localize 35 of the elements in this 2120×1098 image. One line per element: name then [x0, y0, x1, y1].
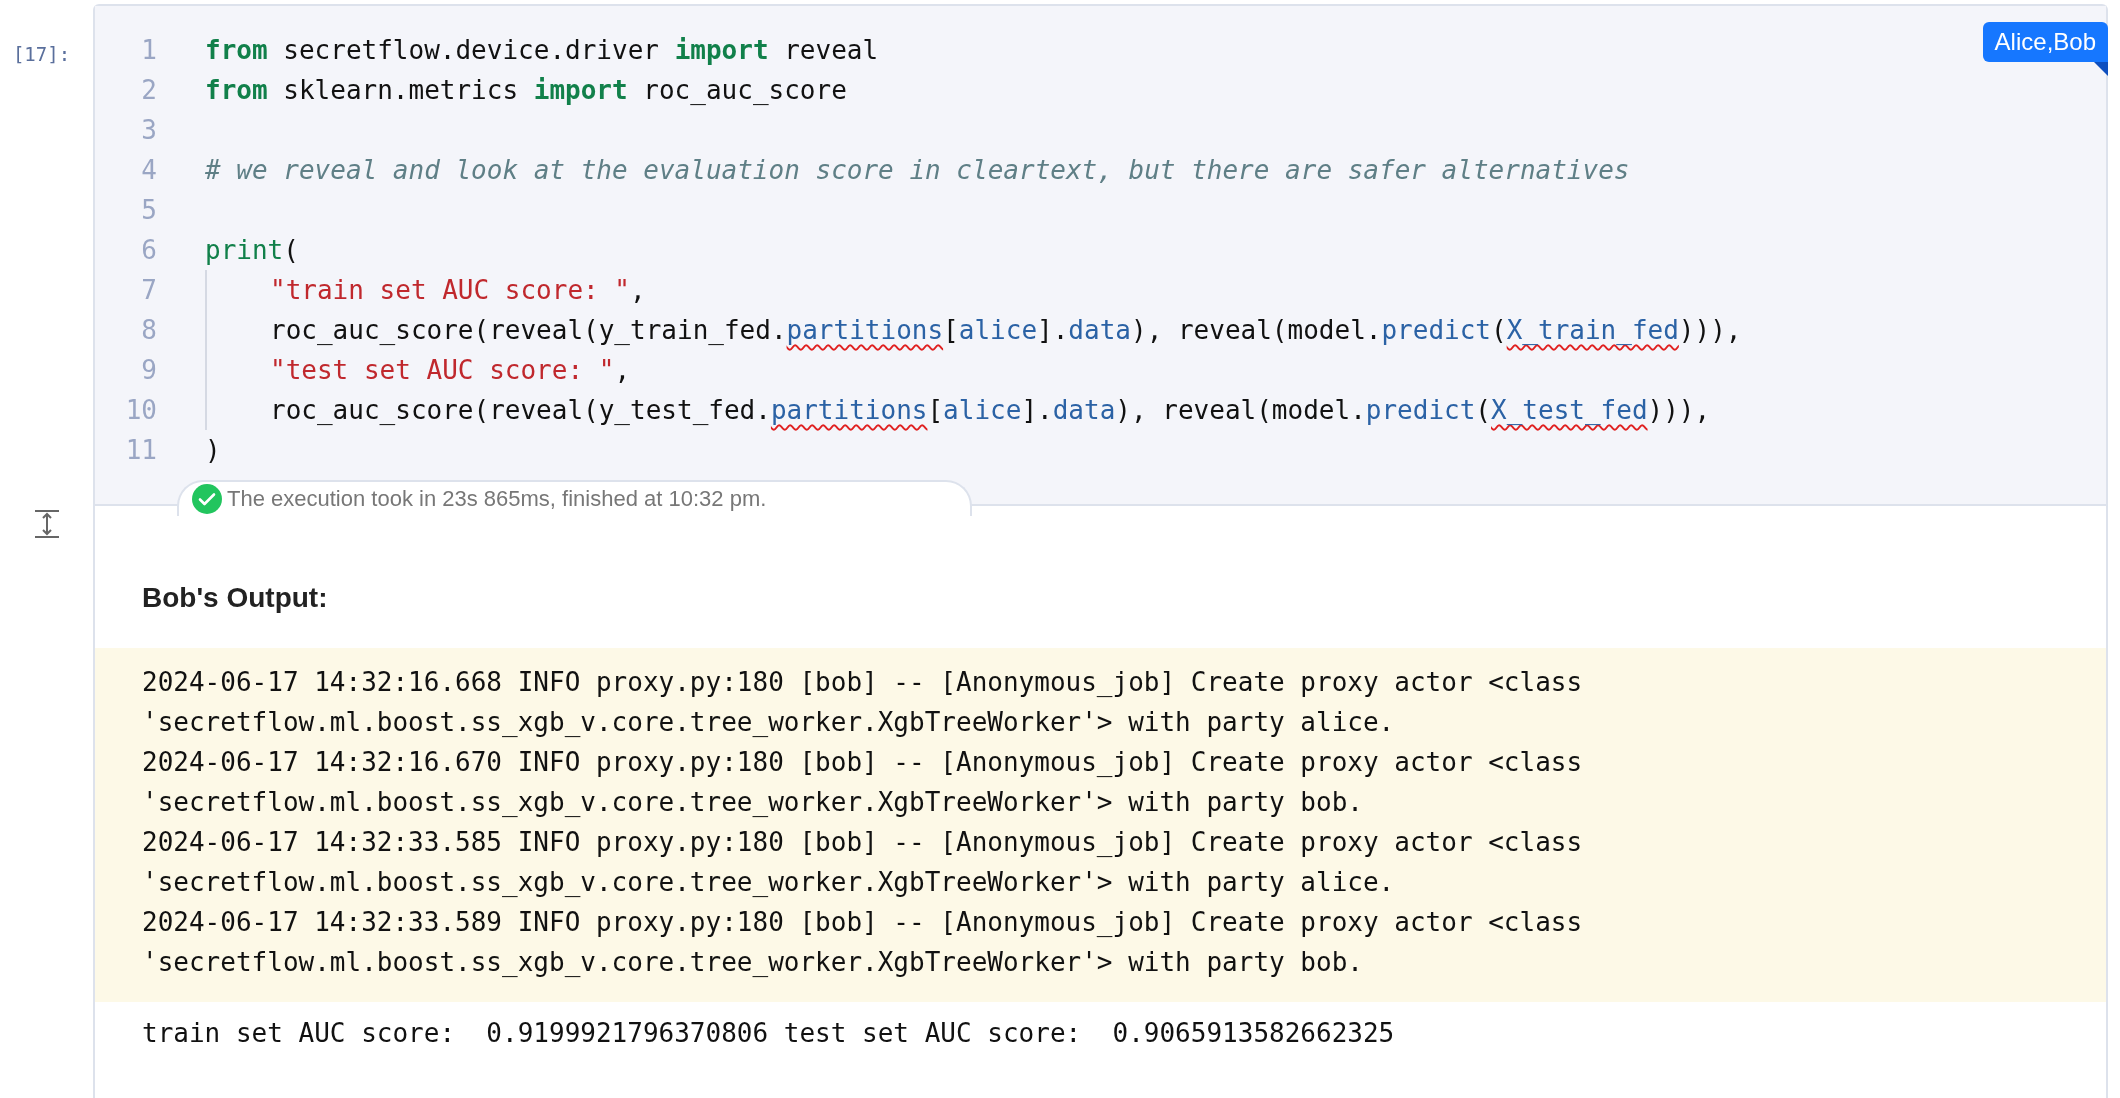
code-line: # we reveal and look at the evaluation score in cleartext, but there are safer alternatives [205, 155, 1630, 185]
line-number: 8 [140, 315, 157, 345]
code-line: roc_auc_score(reveal(y_train_fed.partitions[alice].data), reveal(model.predict(X_train_fed))), [270, 315, 1742, 345]
line-number: 3 [140, 115, 157, 145]
execution-status-text: The execution took in 23s 865ms, finished at 10:32 pm. [227, 486, 767, 512]
line-number: 6 [140, 235, 157, 265]
log-line: 2024-06-17 14:32:33.585 INFO proxy.py:180 [bob] -- [Anonymous_job] Create proxy actor <class [142, 826, 1584, 859]
collapse-icon [33, 509, 60, 539]
badge-fold-icon [2094, 62, 2108, 76]
line-number: 9 [140, 355, 157, 385]
log-line: 'secretflow.ml.boost.ss_xgb_v.core.tree_worker.XgbTreeWorker'> with party alice. [142, 866, 1396, 899]
line-number: 11 [124, 435, 157, 465]
line-number: 5 [140, 195, 157, 225]
log-line: 'secretflow.ml.boost.ss_xgb_v.core.tree_worker.XgbTreeWorker'> with party bob. [142, 786, 1364, 819]
code-line: print( [205, 235, 299, 265]
log-line: 'secretflow.ml.boost.ss_xgb_v.core.tree_worker.XgbTreeWorker'> with party alice. [142, 706, 1396, 739]
line-number: 1 [140, 35, 157, 65]
log-line: 'secretflow.ml.boost.ss_xgb_v.core.tree_worker.XgbTreeWorker'> with party bob. [142, 946, 1364, 979]
code-line: from secretflow.device.driver import reveal [205, 35, 879, 65]
output-heading: Bob's Output: [142, 582, 328, 614]
line-number: 10 [124, 395, 157, 425]
line-number: 2 [140, 75, 157, 105]
code-line: from sklearn.metrics import roc_auc_score [205, 75, 847, 105]
line-number: 7 [140, 275, 157, 305]
result-text: train set AUC score: 0.9199921796370806 test set AUC score: 0.9065913582662325 [142, 1018, 1395, 1048]
cell-execution-count: [17]: [12, 43, 71, 65]
code-line: ) [205, 435, 221, 465]
log-line: 2024-06-17 14:32:33.589 INFO proxy.py:180 [bob] -- [Anonymous_job] Create proxy actor <class [142, 906, 1584, 939]
log-line: 2024-06-17 14:32:16.668 INFO proxy.py:180 [bob] -- [Anonymous_job] Create proxy actor <class [142, 666, 1584, 699]
log-line: 2024-06-17 14:32:16.670 INFO proxy.py:180 [bob] -- [Anonymous_job] Create proxy actor <class [142, 746, 1584, 779]
line-number: 4 [140, 155, 157, 185]
parties-badge: Alice,Bob [1982, 22, 2108, 62]
code-line: roc_auc_score(reveal(y_test_fed.partitions[alice].data), reveal(model.predict(X_test_fed))), [270, 395, 1711, 425]
code-line: "train set AUC score: ", [270, 275, 646, 305]
code-line: "test set AUC score: ", [270, 355, 631, 385]
